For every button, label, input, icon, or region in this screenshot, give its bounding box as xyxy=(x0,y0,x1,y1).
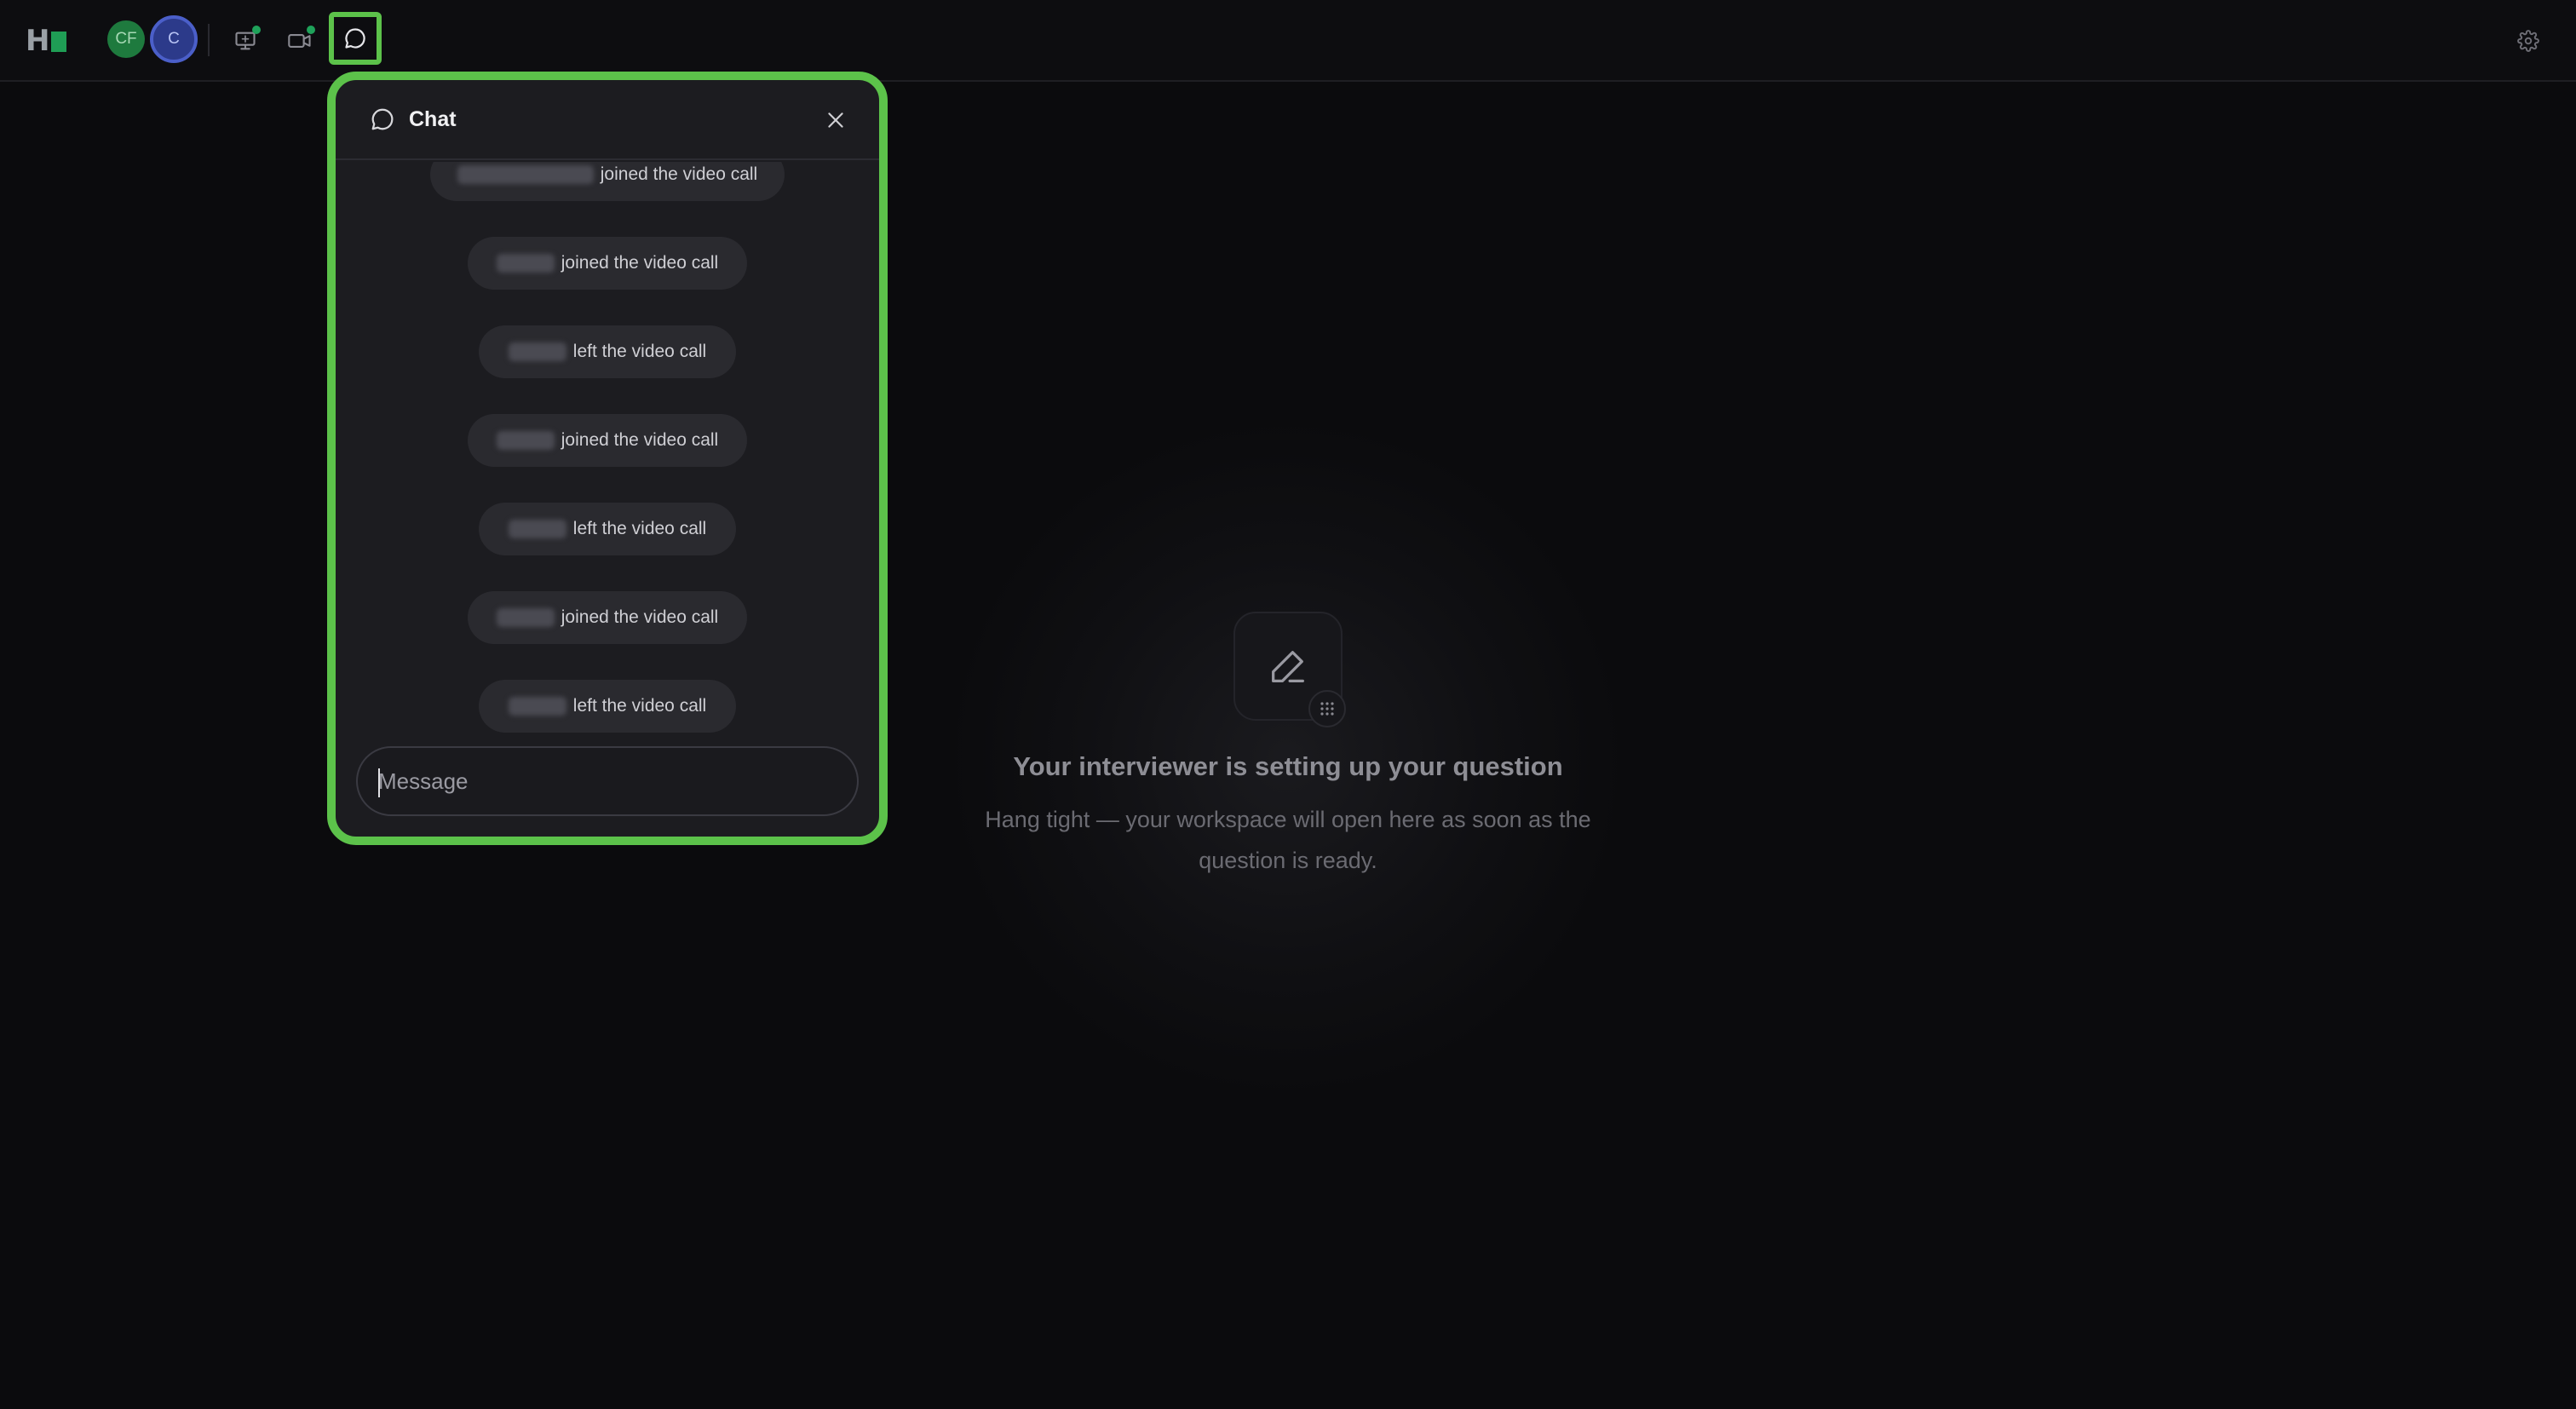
pencil-icon xyxy=(1272,651,1304,682)
chat-message-list[interactable]: joined the video call joined the video c… xyxy=(336,162,879,818)
redacted-name xyxy=(496,431,555,450)
chat-bubble-icon xyxy=(345,28,365,49)
grid-dots-icon xyxy=(1320,702,1334,716)
system-message: joined the video call xyxy=(430,162,785,201)
system-message: left the video call xyxy=(479,503,736,555)
chat-toggle-button[interactable] xyxy=(329,12,382,65)
redacted-name xyxy=(457,165,594,184)
video-status-dot xyxy=(307,26,315,34)
chat-panel: Chat joined the video call joined the vi… xyxy=(327,72,888,845)
system-message: joined the video call xyxy=(468,414,747,467)
message-input-wrapper[interactable] xyxy=(356,746,859,816)
empty-state-title: Your interviewer is setting up your ques… xyxy=(1013,751,1563,781)
avatar-participant-1[interactable]: CF xyxy=(107,20,145,58)
logo-letter: H xyxy=(26,24,50,58)
chat-title: Chat xyxy=(409,106,457,131)
grid-badge xyxy=(1308,690,1346,728)
video-camera-button[interactable] xyxy=(281,22,319,60)
logo-mark xyxy=(51,32,67,52)
settings-button[interactable] xyxy=(2513,26,2544,56)
system-message-text: joined the video call xyxy=(561,607,719,627)
system-message-text: left the video call xyxy=(572,342,707,361)
redacted-name xyxy=(496,608,555,627)
empty-state-subtitle: Hang tight — your workspace will open he… xyxy=(947,799,1629,881)
redacted-name xyxy=(508,342,566,361)
text-caret xyxy=(378,768,380,797)
system-message-text: joined the video call xyxy=(561,253,719,273)
screen-share-button[interactable] xyxy=(227,22,264,60)
system-message-text: left the video call xyxy=(572,696,707,716)
system-message: joined the video call xyxy=(468,591,747,644)
chat-header: Chat xyxy=(336,80,879,160)
empty-state-subtitle-line-1: Hang tight — your workspace will open he… xyxy=(985,807,1591,832)
close-icon xyxy=(828,112,843,128)
system-message: left the video call xyxy=(479,680,736,733)
chat-bubble-icon xyxy=(371,108,394,130)
top-bar: H CF C xyxy=(0,0,2576,82)
system-message: left the video call xyxy=(479,325,736,378)
close-chat-button[interactable] xyxy=(821,106,850,135)
redacted-name xyxy=(508,697,566,716)
empty-state-subtitle-line-2: question is ready. xyxy=(1199,848,1377,873)
system-message: joined the video call xyxy=(468,237,747,290)
message-input[interactable] xyxy=(378,748,857,814)
redacted-name xyxy=(496,254,555,273)
system-message-text: joined the video call xyxy=(600,164,758,184)
system-message-text: joined the video call xyxy=(561,430,719,450)
system-message-text: left the video call xyxy=(572,519,707,538)
screen-share-status-dot xyxy=(252,26,261,34)
toolbar-divider xyxy=(208,24,210,56)
avatar-participant-2[interactable]: C xyxy=(150,15,198,63)
redacted-name xyxy=(508,520,566,538)
app-logo[interactable]: H xyxy=(26,24,67,58)
gear-icon xyxy=(2517,30,2539,52)
